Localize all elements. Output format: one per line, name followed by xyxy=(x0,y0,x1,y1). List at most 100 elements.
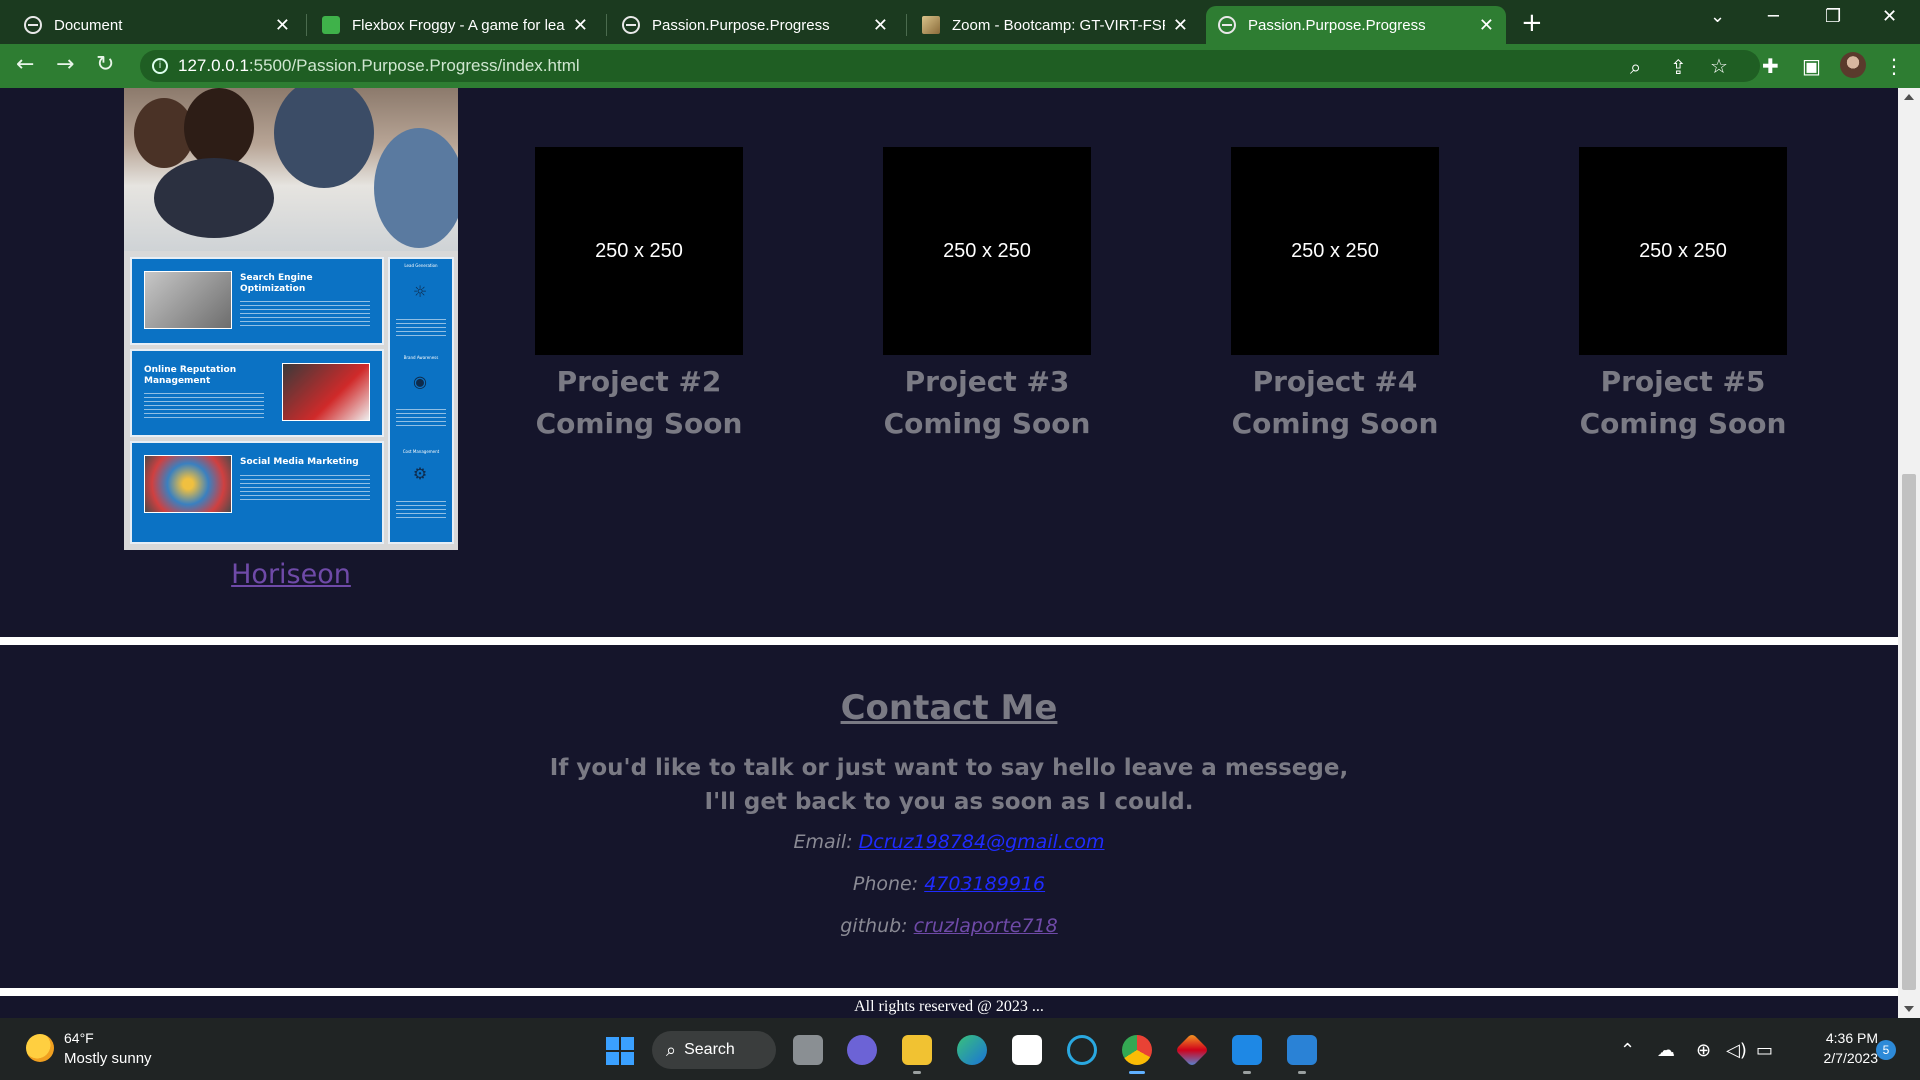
share-icon[interactable]: ⇪ xyxy=(1670,55,1687,79)
section-divider xyxy=(0,637,1898,645)
horiseon-services-panel: Search Engine Optimization Online Reputa… xyxy=(130,257,454,544)
email-link[interactable]: Dcruz198784@gmail.com xyxy=(859,831,1105,853)
cortana-icon[interactable] xyxy=(1067,1035,1097,1065)
zoom-magnifier-icon[interactable]: ⌕ xyxy=(1630,55,1641,79)
project-4-caption: Project #4 Coming Soon xyxy=(1185,361,1485,445)
profile-avatar[interactable] xyxy=(1840,52,1866,78)
restore-icon[interactable]: ❐ xyxy=(1825,6,1841,27)
menu-kebab-icon[interactable]: ⋮ xyxy=(1884,54,1904,78)
browser-toolbar: ← → ↻ i 127.0.0.1:5500/Passion.Purpose.P… xyxy=(0,44,1920,88)
lightbulb-icon: ☼ xyxy=(412,282,428,301)
project-5-status: Coming Soon xyxy=(1579,407,1787,440)
taskbar-search-button[interactable]: ⌕ Search xyxy=(652,1031,776,1069)
globe-icon xyxy=(24,16,42,34)
project-3-caption: Project #3 Coming Soon xyxy=(837,361,1137,445)
start-windows-icon[interactable] xyxy=(606,1037,634,1065)
tab-flexbox-froggy[interactable]: Flexbox Froggy - A game for learning CSS… xyxy=(310,6,600,44)
reload-icon[interactable]: ↻ xyxy=(96,52,114,77)
seo-image xyxy=(144,271,232,329)
page-scrollbar[interactable] xyxy=(1898,88,1920,1018)
contact-message-line-1: If you'd like to talk or just want to sa… xyxy=(549,755,1349,781)
site-info-icon[interactable]: i xyxy=(152,58,168,74)
vscode-icon[interactable] xyxy=(1287,1035,1317,1074)
globe-icon xyxy=(622,16,640,34)
notification-badge[interactable]: 5 xyxy=(1876,1040,1896,1060)
contact-github-row: github: cruzlaporte718 xyxy=(0,915,1898,937)
microsoft-store-icon[interactable] xyxy=(1012,1035,1042,1065)
chrome-icon[interactable] xyxy=(1122,1035,1152,1074)
close-icon[interactable]: ✕ xyxy=(1173,15,1188,36)
volume-icon[interactable]: ◁) xyxy=(1726,1040,1747,1061)
seo-section: Search Engine Optimization xyxy=(130,257,384,345)
extensions-puzzle-icon[interactable]: ✚ xyxy=(1762,54,1779,78)
clock-time[interactable]: 4:36 PM xyxy=(1806,1030,1878,1046)
tray-chevron-up-icon[interactable]: ⌃ xyxy=(1620,1040,1635,1061)
horiseon-screenshot[interactable]: Search Engine Optimization Online Reputa… xyxy=(124,88,458,550)
contact-message-line-2: I'll get back to you as soon as I could. xyxy=(704,789,1194,815)
address-bar[interactable]: i 127.0.0.1:5500/Passion.Purpose.Progres… xyxy=(140,50,1760,82)
weather-temperature[interactable]: 64°F xyxy=(64,1030,94,1046)
url-text[interactable]: 127.0.0.1:5500/Passion.Purpose.Progress/… xyxy=(178,56,580,76)
brand-awareness-heading: Brand Awareness xyxy=(403,355,439,360)
close-icon[interactable]: ✕ xyxy=(1479,15,1494,36)
bookmark-star-icon[interactable]: ☆ xyxy=(1710,54,1728,78)
team-photo xyxy=(124,88,458,251)
tab-title: Flexbox Froggy - A game for learning CSS… xyxy=(352,16,565,34)
teams-chat-icon[interactable] xyxy=(847,1035,877,1065)
language-globe-icon[interactable]: ⊕ xyxy=(1696,1040,1711,1061)
weather-description[interactable]: Mostly sunny xyxy=(64,1050,152,1067)
mail-icon[interactable] xyxy=(1232,1035,1262,1074)
phone-link[interactable]: 4703189916 xyxy=(924,873,1045,895)
close-icon[interactable]: ✕ xyxy=(573,15,588,36)
cost-management-heading: Cost Management xyxy=(402,449,440,454)
close-icon[interactable]: ✕ xyxy=(873,15,888,36)
tab-search-chevron-icon[interactable]: ⌄ xyxy=(1710,6,1725,27)
lead-generation-heading: Lead Generation xyxy=(404,263,438,268)
tab-title: Document xyxy=(54,16,123,34)
project-3-title: Project #3 xyxy=(904,365,1070,398)
scrollbar-thumb[interactable] xyxy=(1902,474,1916,990)
tab-title: Passion.Purpose.Progress xyxy=(652,16,830,34)
web-page: Search Engine Optimization Online Reputa… xyxy=(0,88,1898,1018)
battery-icon[interactable]: ▭ xyxy=(1756,1040,1773,1061)
phone-label: Phone: xyxy=(852,873,919,895)
tab-separator xyxy=(306,14,307,36)
frog-icon xyxy=(322,16,340,34)
minimize-icon[interactable]: ─ xyxy=(1768,6,1779,27)
project-4-placeholder: 250 x 250 xyxy=(1231,147,1439,355)
page-footer: All rights reserved @ 2023 ... xyxy=(0,996,1898,1018)
task-view-icon[interactable] xyxy=(793,1035,823,1065)
forward-arrow-icon[interactable]: → xyxy=(56,52,74,77)
tab-passion-purpose-progress[interactable]: Passion.Purpose.Progress ✕ xyxy=(610,6,900,44)
project-3-status: Coming Soon xyxy=(883,407,1091,440)
side-panel-icon[interactable]: ▣ xyxy=(1802,54,1821,78)
tab-separator xyxy=(606,14,607,36)
github-label: github: xyxy=(840,915,908,937)
project-5-title: Project #5 xyxy=(1600,365,1766,398)
edge-browser-icon[interactable] xyxy=(957,1035,987,1065)
footer-divider xyxy=(0,988,1898,996)
tab-zoom[interactable]: Zoom - Bootcamp: GT-VIRT-FSF- ✕ xyxy=(910,6,1200,44)
clock-date[interactable]: 2/7/2023 xyxy=(1798,1050,1879,1066)
scroll-up-arrow-icon[interactable] xyxy=(1904,94,1914,100)
new-tab-button[interactable]: + xyxy=(1521,8,1543,38)
project-5-placeholder: 250 x 250 xyxy=(1579,147,1787,355)
tab-document[interactable]: Document ✕ xyxy=(12,6,302,44)
tab-title: Zoom - Bootcamp: GT-VIRT-FSF- xyxy=(952,16,1165,34)
zoom-icon xyxy=(922,16,940,34)
github-link[interactable]: cruzlaporte718 xyxy=(914,915,1058,937)
tab-passion-purpose-progress-active[interactable]: Passion.Purpose.Progress ✕ xyxy=(1206,6,1506,44)
seo-heading: Search Engine Optimization xyxy=(240,273,313,294)
contact-message: If you'd like to talk or just want to sa… xyxy=(0,751,1898,819)
window-close-icon[interactable]: ✕ xyxy=(1882,6,1897,27)
onedrive-cloud-icon[interactable]: ☁ xyxy=(1657,1040,1675,1061)
contact-email-row: Email: Dcruz198784@gmail.com xyxy=(0,831,1898,853)
file-explorer-icon[interactable] xyxy=(902,1035,932,1074)
broadcast-icon: ◉ xyxy=(413,372,427,391)
sun-weather-icon[interactable] xyxy=(26,1034,54,1062)
scroll-down-arrow-icon[interactable] xyxy=(1904,1006,1914,1012)
close-icon[interactable]: ✕ xyxy=(275,15,290,36)
back-arrow-icon[interactable]: ← xyxy=(16,52,34,77)
email-label: Email: xyxy=(793,831,853,853)
horiseon-link[interactable]: Horiseon xyxy=(124,559,458,590)
